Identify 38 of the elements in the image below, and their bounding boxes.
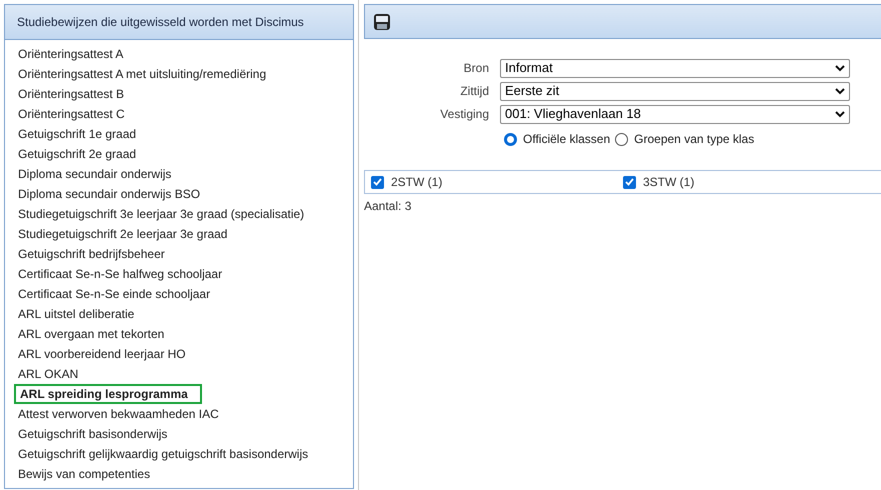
list-item[interactable]: Oriënteringsattest A met uitsluiting/remediëring xyxy=(18,64,266,84)
list-item[interactable]: Diploma secundair onderwijs xyxy=(18,164,172,184)
radio-option[interactable]: Officiële klassen xyxy=(504,130,610,148)
chevron-down-icon xyxy=(835,88,845,94)
list-item[interactable]: Diploma secundair onderwijs BSO xyxy=(18,184,200,204)
dropdown[interactable]: Eerste zit xyxy=(500,82,850,100)
list-item[interactable]: Bewijs van competenties xyxy=(18,464,150,484)
count-text: Aantal: 3 xyxy=(364,198,412,215)
class-checkbox[interactable]: 3STW (1) xyxy=(623,173,875,191)
dropdown[interactable]: 001: Vlieghavenlaan 18 xyxy=(500,104,850,124)
class-checkbox[interactable]: 2STW (1) xyxy=(371,173,623,191)
list-item[interactable]: Oriënteringsattest C xyxy=(18,104,125,124)
list-item[interactable]: Oriënteringsattest B xyxy=(18,84,124,104)
chevron-down-icon xyxy=(835,110,845,118)
list-item[interactable]: ARL spreiding lesprogramma xyxy=(14,384,202,404)
list-item[interactable]: Getuigschrift 2e graad xyxy=(18,144,136,164)
chevron-down-icon xyxy=(835,64,845,72)
list-item[interactable]: ARL uitstel deliberatie xyxy=(18,304,134,324)
list-item[interactable]: Getuigschrift 1e graad xyxy=(18,124,136,144)
list-item[interactable]: ARL OKAN xyxy=(18,364,78,384)
list-item[interactable]: Attest verworven bekwaamheden IAC xyxy=(18,404,219,424)
dropdown[interactable]: Informat xyxy=(500,58,850,78)
list-item[interactable]: Certificaat Se-n-Se einde schooljaar xyxy=(18,284,210,304)
list-item[interactable]: Studiegetuigschrift 2e leerjaar 3e graad xyxy=(18,224,228,244)
list-item[interactable]: ARL voorbereidend leerjaar HO xyxy=(18,344,186,364)
field-label: Bron xyxy=(462,60,489,77)
save-icon[interactable] xyxy=(373,12,391,30)
list-item[interactable]: Studiegetuigschrift 3e leerjaar 3e graad (specialisatie) xyxy=(18,204,304,224)
field-label: Zittijd xyxy=(459,83,489,100)
field-label: Vestiging xyxy=(439,106,489,123)
list-item[interactable]: Oriënteringsattest A xyxy=(18,44,124,64)
panel-title: Studiebewijzen die uitgewisseld worden met Discimus xyxy=(5,5,353,40)
list-item[interactable]: ARL overgaan met tekorten xyxy=(18,324,164,344)
list-item[interactable]: Getuigschrift basisonderwijs xyxy=(18,424,168,444)
radio-option[interactable]: Groepen van type klas xyxy=(615,130,754,148)
list-item[interactable]: Getuigschrift bedrijfsbeheer xyxy=(18,244,165,264)
list-item[interactable]: Certificaat Se-n-Se halfweg schooljaar xyxy=(18,264,222,284)
list-item[interactable]: Getuigschrift gelijkwaardig getuigschrift basisonderwijs xyxy=(18,444,308,464)
